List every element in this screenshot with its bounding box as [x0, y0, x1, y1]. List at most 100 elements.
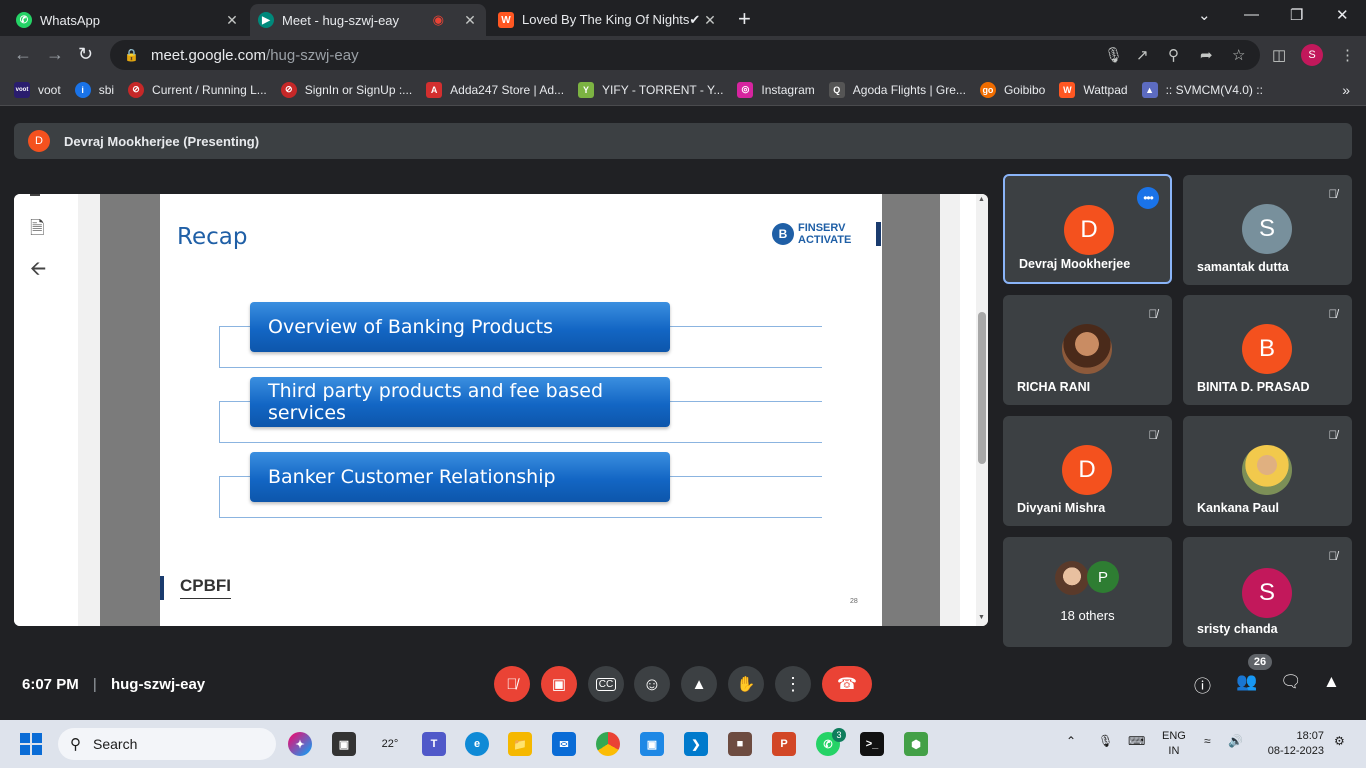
- photos-app-icon[interactable]: ■: [728, 732, 752, 756]
- leave-call-button[interactable]: ☎: [822, 666, 872, 702]
- weather-widget[interactable]: 22°: [378, 732, 402, 756]
- close-tab-icon[interactable]: ✕: [702, 12, 718, 29]
- viewer-scrollbar[interactable]: ▲ ▼: [976, 194, 988, 626]
- mic-off-icon: 🎙̸: [1328, 187, 1338, 201]
- remote-desktop-icon[interactable]: ▣: [640, 732, 664, 756]
- reactions-button[interactable]: ☺: [634, 666, 670, 702]
- bookmark-sbi[interactable]: i sbi: [74, 81, 114, 98]
- end-call-icon: ☎: [837, 676, 857, 693]
- captions-button[interactable]: CC: [588, 666, 624, 702]
- activities-icon[interactable]: ▲: [1323, 672, 1340, 692]
- participant-tile[interactable]: 🎙̸ Kankana Paul: [1183, 416, 1352, 526]
- participant-tile[interactable]: D ••• Devraj Mookherjee: [1003, 174, 1172, 284]
- restore-button[interactable]: ❐: [1290, 6, 1303, 24]
- language-indicator[interactable]: ENG IN: [1162, 729, 1186, 759]
- scroll-thumb[interactable]: [978, 312, 986, 464]
- show-hidden-icons[interactable]: ⌃: [1066, 734, 1076, 748]
- participant-photo: [1062, 324, 1112, 374]
- bookmark-star-icon[interactable]: ☆: [1232, 46, 1245, 64]
- participant-tile[interactable]: 🎙̸ RICHA RANI: [1003, 295, 1172, 405]
- profile-avatar[interactable]: S: [1301, 44, 1323, 66]
- open-external-icon[interactable]: ↗: [1136, 46, 1149, 64]
- participant-photo: [1242, 445, 1292, 495]
- back-arrow-icon[interactable]: 🡨: [30, 254, 46, 288]
- bookmark-yify[interactable]: Y YIFY - TORRENT - Y...: [578, 81, 723, 98]
- edge-icon[interactable]: e: [465, 732, 489, 756]
- tab-meet[interactable]: ▶ Meet - hug-szwj-eay ◉ ✕: [250, 4, 486, 36]
- bookmark-label: Adda247 Store | Ad...: [450, 82, 565, 97]
- bookmark-instagram[interactable]: ◎ Instagram: [737, 81, 815, 98]
- zoom-icon[interactable]: ⚲: [1168, 46, 1179, 64]
- tab-wattpad[interactable]: W Loved By The King Of Nights✔ ✕: [490, 4, 726, 36]
- address-bar[interactable]: 🔒 meet.google.com/hug-szwj-eay: [110, 40, 1260, 70]
- voot-icon: voot: [14, 81, 30, 98]
- share-icon[interactable]: ➦: [1200, 46, 1213, 64]
- people-icon[interactable]: 👥: [1236, 672, 1257, 692]
- participant-name: Divyani Mishra: [1017, 501, 1106, 515]
- volume-icon[interactable]: 🔊: [1228, 734, 1243, 748]
- back-icon[interactable]: ←: [14, 44, 32, 65]
- tab-whatsapp[interactable]: ✆ WhatsApp ✕: [8, 4, 248, 36]
- toolbar-icon[interactable]: ▬: [30, 194, 40, 199]
- mail-icon[interactable]: ✉: [552, 732, 576, 756]
- file-explorer-icon[interactable]: 📁: [508, 732, 532, 756]
- more-bookmarks-icon[interactable]: »: [1342, 82, 1350, 98]
- meeting-details-icon[interactable]: ⓘ: [1194, 672, 1211, 697]
- side-panel-icon[interactable]: ◫: [1272, 46, 1286, 64]
- node-icon[interactable]: ⬢: [904, 732, 928, 756]
- more-options-button[interactable]: ⋮: [775, 666, 811, 702]
- bookmark-agoda[interactable]: Q Agoda Flights | Gre...: [828, 81, 966, 98]
- menu-icon[interactable]: ⋮: [1340, 46, 1355, 64]
- scroll-down-icon[interactable]: ▼: [978, 614, 985, 621]
- participant-tile[interactable]: S 🎙̸ sristy chanda: [1183, 537, 1352, 647]
- bookmark-label: SignIn or SignUp :...: [304, 82, 413, 97]
- bookmark-voot[interactable]: voot voot: [14, 81, 61, 98]
- microphone-tray-icon[interactable]: 🎙: [1098, 734, 1113, 748]
- others-tile[interactable]: P 18 others: [1003, 537, 1172, 647]
- forward-icon[interactable]: →: [46, 44, 64, 65]
- bookmark-signin[interactable]: ⊘ SignIn or SignUp :...: [280, 81, 413, 98]
- more-options-icon[interactable]: •••: [1137, 187, 1159, 209]
- teams-icon[interactable]: T: [422, 732, 446, 756]
- pdf-icon[interactable]: 🗎: [30, 216, 44, 246]
- new-tab-button[interactable]: +: [738, 6, 751, 32]
- wifi-icon[interactable]: ≈: [1204, 734, 1211, 748]
- tab-search-icon[interactable]: ⌄: [1198, 6, 1211, 24]
- participant-tile[interactable]: S 🎙̸ samantak dutta: [1183, 175, 1352, 285]
- keyboard-icon[interactable]: ⌨: [1128, 734, 1145, 748]
- copilot-icon[interactable]: ✦: [288, 732, 312, 756]
- windows-start-icon[interactable]: [20, 733, 42, 755]
- microphone-icon[interactable]: 🎙: [1104, 46, 1123, 64]
- reload-icon[interactable]: ↻: [78, 44, 93, 65]
- present-button[interactable]: ▲: [681, 666, 717, 702]
- participant-tile[interactable]: B 🎙̸ BINITA D. PRASAD: [1183, 295, 1352, 405]
- taskbar-search[interactable]: ⚲ Search: [58, 728, 276, 760]
- participant-avatar: D: [1062, 445, 1112, 495]
- bookmark-svmcm[interactable]: ▲:: SVMCM(V4.0) ::: [1141, 81, 1263, 98]
- terminal-icon[interactable]: >_: [860, 732, 884, 756]
- close-tab-icon[interactable]: ✕: [224, 12, 240, 29]
- participant-tile[interactable]: D 🎙̸ Divyani Mishra: [1003, 416, 1172, 526]
- raise-hand-button[interactable]: ✋: [728, 666, 764, 702]
- bookmark-goibibo[interactable]: go Goibibo: [979, 81, 1045, 98]
- camera-off-icon: ▣: [551, 676, 567, 693]
- scroll-up-icon[interactable]: ▲: [978, 196, 985, 203]
- task-view-icon[interactable]: ▣: [332, 732, 356, 756]
- notification-icon[interactable]: ⚙: [1334, 734, 1345, 748]
- bookmark-wattpad[interactable]: W Wattpad: [1059, 81, 1128, 98]
- chrome-icon[interactable]: [596, 732, 620, 756]
- mic-toggle-button[interactable]: 🎙̸: [494, 666, 530, 702]
- chat-icon[interactable]: 🗨: [1280, 672, 1302, 692]
- system-clock[interactable]: 18:07 08-12-2023: [1260, 729, 1324, 759]
- blocked-site-icon: ⊘: [280, 81, 297, 98]
- bookmark-current-running[interactable]: ⊘ Current / Running L...: [128, 81, 267, 98]
- yify-icon: Y: [578, 81, 595, 98]
- vscode-icon[interactable]: ❯: [684, 732, 708, 756]
- footer-accent-bar: [160, 576, 164, 600]
- powerpoint-icon[interactable]: P: [772, 732, 796, 756]
- minimize-button[interactable]: —: [1244, 6, 1259, 23]
- bookmark-adda247[interactable]: A Adda247 Store | Ad...: [426, 81, 565, 98]
- close-tab-icon[interactable]: ✕: [462, 12, 478, 29]
- camera-toggle-button[interactable]: ▣: [541, 666, 577, 702]
- close-window-button[interactable]: ✕: [1336, 6, 1349, 24]
